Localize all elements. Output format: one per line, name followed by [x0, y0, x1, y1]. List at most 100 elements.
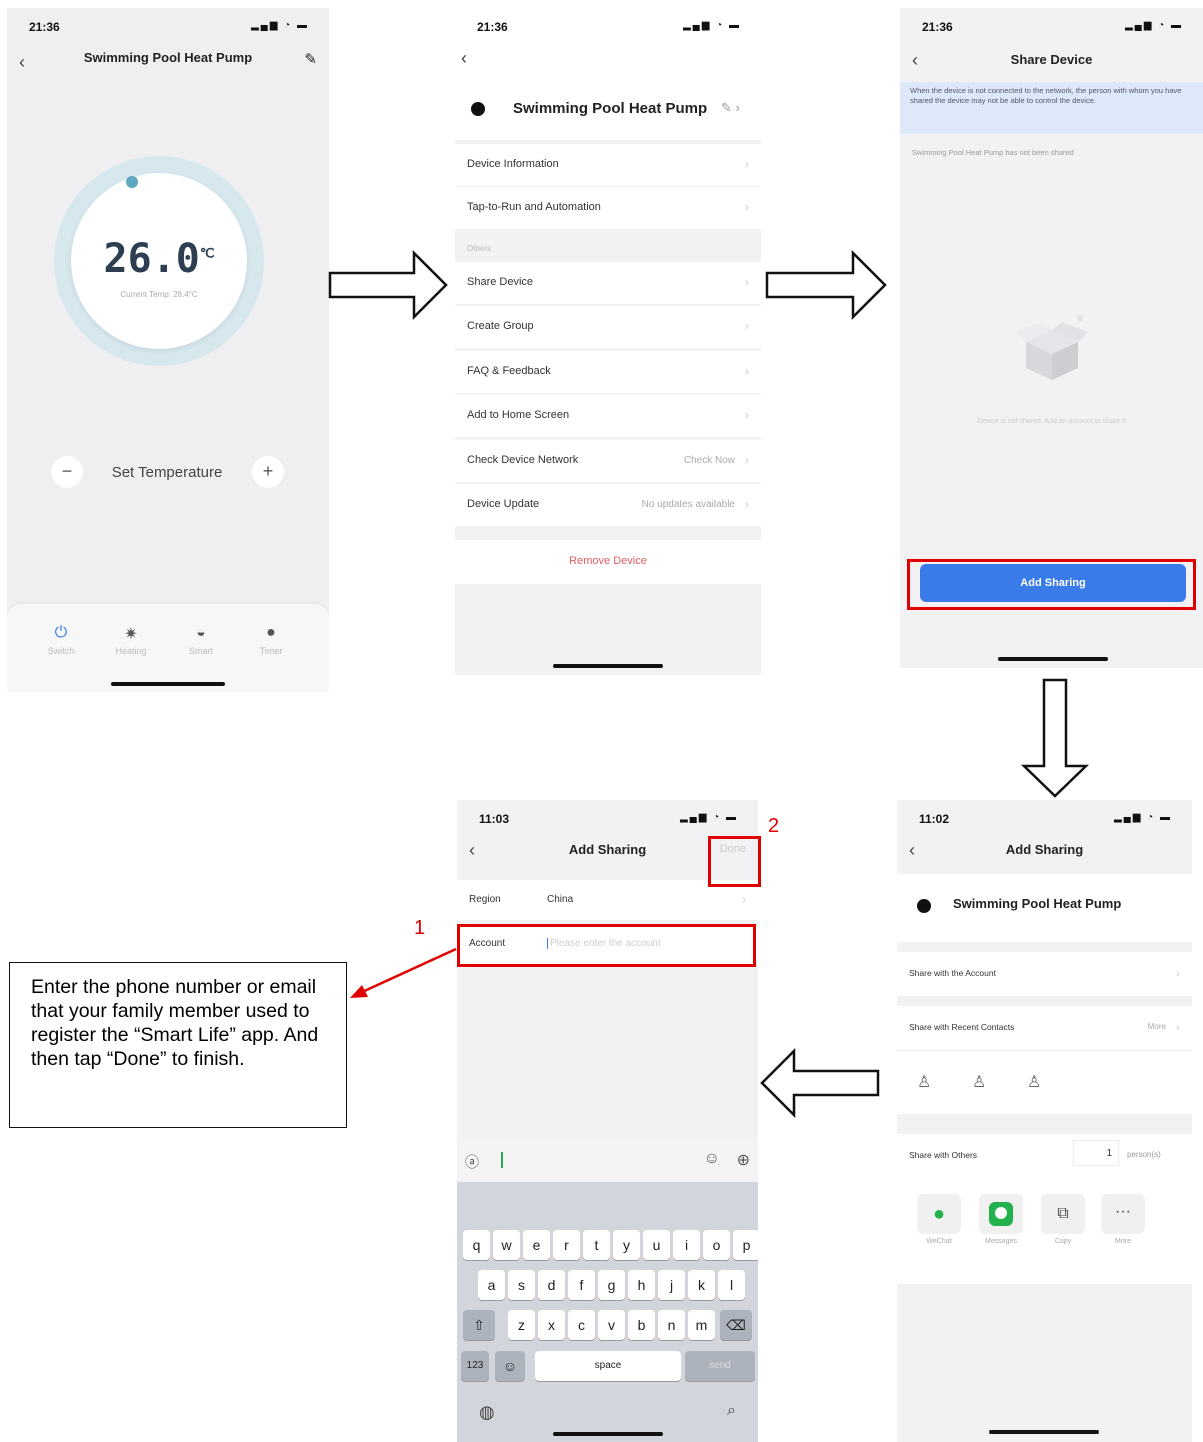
- key-y[interactable]: y: [613, 1230, 640, 1260]
- delete-key[interactable]: ⌫: [720, 1310, 752, 1340]
- back-icon[interactable]: ‹: [19, 52, 25, 73]
- key-x[interactable]: x: [538, 1310, 565, 1340]
- add-icon[interactable]: ⊕: [737, 1150, 750, 1170]
- at-icon[interactable]: ⓐ: [465, 1152, 479, 1172]
- key-m[interactable]: m: [688, 1310, 715, 1340]
- key-u[interactable]: u: [643, 1230, 670, 1260]
- home-indicator: [998, 657, 1108, 661]
- share-app-wechat[interactable]: ● WeChat: [915, 1194, 963, 1245]
- wechat-icon: ●: [917, 1194, 961, 1234]
- more-link[interactable]: More: [1148, 1022, 1166, 1031]
- key-a[interactable]: a: [478, 1270, 505, 1300]
- emoji-icon[interactable]: ☺: [704, 1150, 720, 1168]
- space-key[interactable]: space: [535, 1351, 681, 1381]
- not-shared-text: Swimming Pool Heat Pump has not been sha…: [912, 148, 1074, 157]
- screen-add-sharing-account: 11:03 ▂▄▆ ◔ ▬ ‹ Add Sharing Done Region …: [457, 800, 758, 1442]
- arrow-right-icon: [328, 250, 448, 320]
- nav-bar: ‹ Swimming Pool Heat Pump ✎: [7, 50, 329, 80]
- share-app-copy[interactable]: ⧉ Copy: [1039, 1194, 1087, 1245]
- tab-timer[interactable]: ● Timer: [243, 624, 299, 656]
- share-with-account[interactable]: Share with the Account ›: [897, 952, 1192, 996]
- menu-create-group[interactable]: Create Group ›: [455, 306, 761, 348]
- contact-avatar-icon[interactable]: ♙: [1027, 1072, 1041, 1092]
- menu-label: Share with the Account: [909, 968, 996, 978]
- shift-key[interactable]: ⇧: [463, 1310, 495, 1340]
- share-app-more[interactable]: ··· More: [1099, 1194, 1147, 1245]
- tab-smart[interactable]: ◒ Smart: [173, 624, 229, 656]
- tab-switch[interactable]: ⏻ Switch: [33, 624, 89, 656]
- tab-label: Heating: [115, 646, 147, 656]
- clock-icon: ●: [266, 624, 276, 641]
- menu-share-device[interactable]: Share Device ›: [455, 262, 761, 304]
- edit-icon[interactable]: ✎: [304, 50, 317, 68]
- microphone-icon[interactable]: ⌕: [727, 1402, 736, 1420]
- status-icons: ▂▄▆ ◔ ▬: [679, 812, 738, 823]
- globe-icon[interactable]: ◍: [479, 1402, 495, 1423]
- key-h[interactable]: h: [628, 1270, 655, 1300]
- key-q[interactable]: q: [463, 1230, 490, 1260]
- menu-label: Device Update: [467, 498, 540, 510]
- contact-avatar-icon[interactable]: ♙: [917, 1072, 931, 1092]
- back-icon[interactable]: ‹: [461, 48, 467, 69]
- send-key[interactable]: send: [685, 1351, 755, 1381]
- arrow-left-icon: [760, 1048, 880, 1118]
- numbers-key[interactable]: 123: [461, 1351, 489, 1381]
- tab-heating[interactable]: ✷ Heating: [103, 624, 159, 656]
- key-n[interactable]: n: [658, 1310, 685, 1340]
- key-g[interactable]: g: [598, 1270, 625, 1300]
- key-r[interactable]: r: [553, 1230, 580, 1260]
- empty-state-text: Device is not shared. Add an account to …: [977, 418, 1126, 425]
- key-d[interactable]: d: [538, 1270, 565, 1300]
- menu-check-device-network[interactable]: Check Device Network Check Now ›: [455, 440, 761, 482]
- chevron-right-icon: ›: [745, 408, 749, 422]
- device-avatar: [471, 102, 485, 116]
- contact-avatar-icon[interactable]: ♙: [972, 1072, 986, 1092]
- person-count-input[interactable]: 1: [1073, 1140, 1119, 1166]
- back-icon[interactable]: ‹: [469, 840, 475, 861]
- back-icon[interactable]: ‹: [912, 50, 918, 71]
- menu-device-information[interactable]: Device Information ›: [455, 144, 761, 186]
- status-icons: ▂▄▆ ◔ ▬: [1124, 20, 1183, 31]
- notice-banner: When the device is not connected to the …: [900, 82, 1203, 134]
- home-indicator: [989, 1430, 1099, 1434]
- app-label: Messages: [985, 1238, 1017, 1245]
- key-l[interactable]: l: [718, 1270, 745, 1300]
- key-o[interactable]: o: [703, 1230, 730, 1260]
- chevron-right-icon: ›: [745, 319, 749, 333]
- key-t[interactable]: t: [583, 1230, 610, 1260]
- menu-label: Device Information: [467, 158, 559, 170]
- menu-tap-to-run[interactable]: Tap-to-Run and Automation ›: [455, 187, 761, 229]
- key-f[interactable]: f: [568, 1270, 595, 1300]
- current-temp: Current Temp: 28.4°C: [120, 290, 198, 299]
- dial-handle[interactable]: [126, 176, 138, 188]
- highlight-done: [708, 836, 761, 887]
- callout-number-1: 1: [414, 917, 426, 939]
- key-v[interactable]: v: [598, 1310, 625, 1340]
- key-i[interactable]: i: [673, 1230, 700, 1260]
- decrease-button[interactable]: −: [51, 456, 83, 488]
- device-header: Swimming Pool Heat Pump: [897, 874, 1192, 942]
- screen-add-sharing-options: 11:02 ▂▄▆ ◔ ▬ ‹ Add Sharing Swimming Poo…: [897, 800, 1192, 1442]
- remove-device-button[interactable]: Remove Device: [455, 540, 761, 584]
- tab-label: Smart: [188, 646, 213, 656]
- key-j[interactable]: j: [658, 1270, 685, 1300]
- temperature-dial[interactable]: 26.0℃ Current Temp: 28.4°C: [54, 156, 264, 366]
- key-b[interactable]: b: [628, 1310, 655, 1340]
- menu-add-to-home-screen[interactable]: Add to Home Screen ›: [455, 395, 761, 437]
- menu-faq-feedback[interactable]: FAQ & Feedback ›: [455, 351, 761, 393]
- increase-button[interactable]: +: [252, 456, 284, 488]
- emoji-key[interactable]: ☺: [495, 1351, 525, 1381]
- share-app-messages[interactable]: Messages: [977, 1194, 1025, 1245]
- back-icon[interactable]: ‹: [909, 840, 915, 861]
- status-bar: 21:36 ▂▄▆ ◔ ▬: [900, 8, 1203, 40]
- key-p[interactable]: p: [733, 1230, 758, 1260]
- key-e[interactable]: e: [523, 1230, 550, 1260]
- key-s[interactable]: s: [508, 1270, 535, 1300]
- menu-device-update[interactable]: Device Update No updates available ›: [455, 484, 761, 526]
- key-w[interactable]: w: [493, 1230, 520, 1260]
- edit-icon[interactable]: ✎ ›: [721, 100, 740, 116]
- key-k[interactable]: k: [688, 1270, 715, 1300]
- key-z[interactable]: z: [508, 1310, 535, 1340]
- highlight-account: [457, 924, 756, 967]
- key-c[interactable]: c: [568, 1310, 595, 1340]
